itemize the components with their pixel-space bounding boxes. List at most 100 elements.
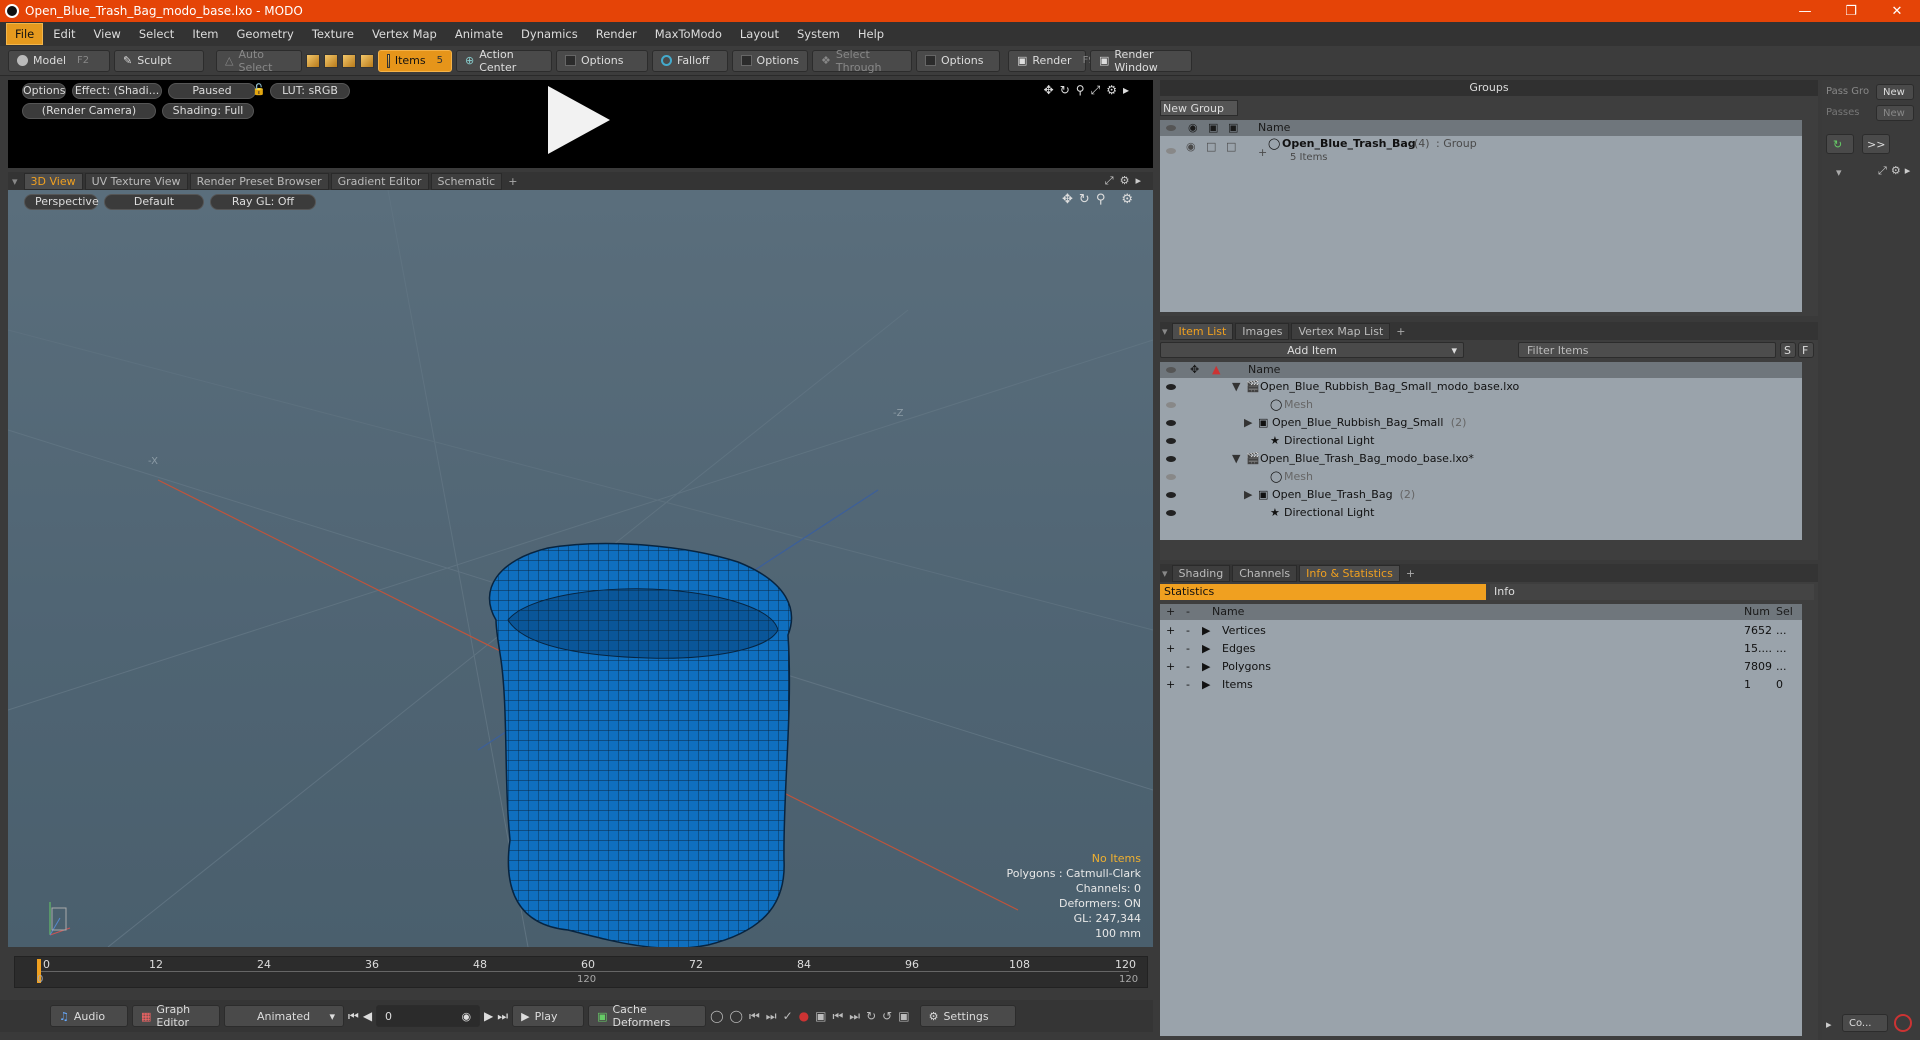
action-center-button[interactable]: ⊕ Action Center (456, 48, 552, 74)
eye-icon[interactable] (1166, 378, 1176, 396)
step-back-icon[interactable]: ◀ (363, 1009, 372, 1023)
camera-dropdown[interactable]: (Render Camera) (22, 103, 156, 119)
s-button[interactable]: S (1780, 342, 1796, 358)
cache-deformers-button[interactable]: ▣ Cache Deformers (588, 1003, 707, 1029)
expand-plus-icon[interactable]: + (1166, 658, 1175, 676)
arrow-right-icon[interactable]: ▸ (1135, 174, 1147, 187)
zoom-icon[interactable]: ⚲ (1076, 83, 1091, 97)
maximize-icon[interactable]: ⤢ (1105, 174, 1120, 187)
key-all-icon[interactable]: ▣ (815, 1009, 832, 1023)
tab-uv-texture-view[interactable]: UV Texture View (84, 172, 188, 190)
menu-edit[interactable]: Edit (45, 24, 83, 44)
gear-icon[interactable]: ⚙ (1891, 164, 1905, 177)
raygl-dropdown[interactable]: Ray GL: Off (210, 194, 316, 210)
eye-icon[interactable] (1166, 504, 1176, 522)
tab-channels[interactable]: Channels (1232, 564, 1298, 582)
expand-triangle-icon[interactable]: ▶ (1202, 676, 1210, 694)
falloff-options-button[interactable]: Options (732, 49, 808, 72)
graph-editor-button[interactable]: ▦ Graph Editor (132, 1003, 220, 1029)
expand-plus-icon[interactable]: + (1166, 640, 1175, 658)
select-toggle-icon[interactable]: □ (1226, 138, 1236, 156)
expand-triangle-icon[interactable]: ▶ (1202, 622, 1210, 640)
new-pass-button[interactable]: New (1876, 105, 1914, 121)
select-through-button[interactable]: ❖ Select Through (812, 48, 912, 74)
item-row[interactable]: ▼ 🎬 Open_Blue_Trash_Bag_modo_base.lxo* (1160, 450, 1802, 468)
materials-mode-icon[interactable] (360, 53, 374, 68)
loop-icon[interactable]: ↻ (866, 1009, 882, 1023)
render-col-icon[interactable]: ▲ (1212, 362, 1220, 378)
play-icon[interactable] (548, 86, 610, 154)
item-row[interactable]: ▼ 🎬 Open_Blue_Rubbish_Bag_Small_modo_base.… (1160, 378, 1802, 396)
group-row[interactable]: ◉ □ □ + ◯ Open_Blue_Trash_Bag (4) : Grou… (1160, 137, 1802, 166)
maximize-icon[interactable]: ⤢ (1878, 164, 1891, 177)
menu-render[interactable]: Render (588, 24, 645, 44)
menu-file[interactable]: File (6, 23, 44, 45)
eye-icon[interactable] (1166, 450, 1176, 468)
tab-images[interactable]: Images (1235, 322, 1290, 340)
expand-plus-icon[interactable]: + (1166, 676, 1175, 694)
menu-geometry[interactable]: Geometry (229, 24, 302, 44)
lock-icon[interactable]: 🔓 (252, 83, 266, 96)
animated-dropdown[interactable]: Animated ▾ (224, 1005, 344, 1027)
item-row[interactable]: ▶ ▣ Open_Blue_Trash_Bag (2) (1160, 486, 1802, 504)
tab-render-preset-browser[interactable]: Render Preset Browser (189, 172, 329, 190)
eye-icon[interactable] (1166, 414, 1176, 432)
next-key-icon[interactable]: ⏭ (766, 1009, 783, 1023)
menu-view[interactable]: View (86, 24, 129, 44)
render-toggle-icon[interactable]: ◉ (1186, 138, 1196, 156)
falloff-button[interactable]: Falloff (652, 49, 728, 72)
menu-texture[interactable]: Texture (304, 24, 362, 44)
collapse-triangle-icon[interactable]: ▼ (1232, 378, 1240, 396)
timeline-ruler[interactable]: 0 12 24 36 48 60 72 84 96 108 120 0 120 … (14, 956, 1148, 988)
tab-shading[interactable]: Shading (1171, 564, 1231, 582)
visibility-col-icon[interactable] (1166, 362, 1176, 378)
lock-col-icon[interactable]: ✥ (1190, 362, 1199, 378)
statistics-table[interactable]: + - Name Num Sel + - ▶ Vertices 7652... + - ▶ Ed… (1160, 604, 1802, 1036)
menu-help[interactable]: Help (850, 24, 892, 44)
gear-icon[interactable]: ⚙ (1120, 174, 1136, 187)
menu-dynamics[interactable]: Dynamics (513, 24, 586, 44)
edges-mode-icon[interactable] (324, 53, 338, 68)
collapse-minus-icon[interactable]: - (1186, 640, 1190, 658)
perspective-dropdown[interactable]: Perspective (24, 194, 99, 210)
tab-item-list[interactable]: Item List (1171, 322, 1234, 340)
stat-row[interactable]: + - ▶ Polygons 7809... (1160, 658, 1802, 676)
eye-icon[interactable] (1166, 486, 1176, 504)
move-icon[interactable]: ✥ (1044, 83, 1060, 97)
collapse-minus-icon[interactable]: - (1186, 658, 1190, 676)
refresh-pass-button[interactable]: ↻ (1826, 134, 1854, 154)
menu-vertex-map[interactable]: Vertex Map (364, 24, 445, 44)
render-button[interactable]: ▣ Render F9 (1008, 49, 1095, 72)
play-button[interactable]: ▶ Play (512, 1005, 585, 1027)
collapse-minus-icon[interactable]: - (1186, 676, 1190, 694)
groups-list[interactable]: ◉ ▣ ▣ Name ◉ □ □ + ◯ Open_Blue_Trash_Bag… (1160, 120, 1802, 312)
maximize-button[interactable]: ❐ (1828, 4, 1874, 19)
action-center-options-button[interactable]: Options (556, 49, 648, 72)
lock-toggle-icon[interactable]: □ (1206, 138, 1216, 156)
expand-triangle-icon[interactable]: ▶ (1202, 640, 1210, 658)
eye-icon[interactable] (1166, 432, 1176, 450)
stat-row[interactable]: + - ▶ Vertices 7652... (1160, 622, 1802, 640)
skip-start-icon[interactable]: ⏮ (348, 1009, 359, 1024)
polygons-mode-icon[interactable] (342, 53, 356, 68)
add-tab-button[interactable]: + (1392, 325, 1409, 338)
minimize-button[interactable]: — (1782, 4, 1828, 19)
arrow-right-icon[interactable]: ▸ (1123, 83, 1135, 97)
item-row[interactable]: ★ Directional Light (1160, 504, 1802, 522)
range-end-icon[interactable]: ⏭ (849, 1009, 866, 1023)
expand-triangle-icon[interactable]: ▶ (1244, 414, 1252, 432)
expand-triangle-icon[interactable]: ▶ (1244, 486, 1252, 504)
lock-col-icon[interactable]: ▣ (1208, 120, 1218, 136)
stop-icon[interactable] (1894, 1014, 1912, 1032)
maximize-icon[interactable]: ⤢ (1091, 83, 1107, 97)
preview-effect-dropdown[interactable]: Effect: (Shadi... (72, 83, 162, 99)
add-tab-button[interactable]: + (1402, 567, 1419, 580)
item-row[interactable]: ◯ Mesh (1160, 396, 1802, 414)
model-button[interactable]: Model F2 (8, 49, 110, 72)
menu-select[interactable]: Select (131, 24, 182, 44)
panel-menu-icon[interactable]: ▾ (1162, 325, 1168, 338)
collapse-triangle-icon[interactable]: ▼ (1232, 450, 1240, 468)
expand-triangle-icon[interactable]: ▶ (1202, 658, 1210, 676)
item-row[interactable]: ★ Directional Light (1160, 432, 1802, 450)
trash-bag-mesh[interactable] (488, 542, 793, 947)
